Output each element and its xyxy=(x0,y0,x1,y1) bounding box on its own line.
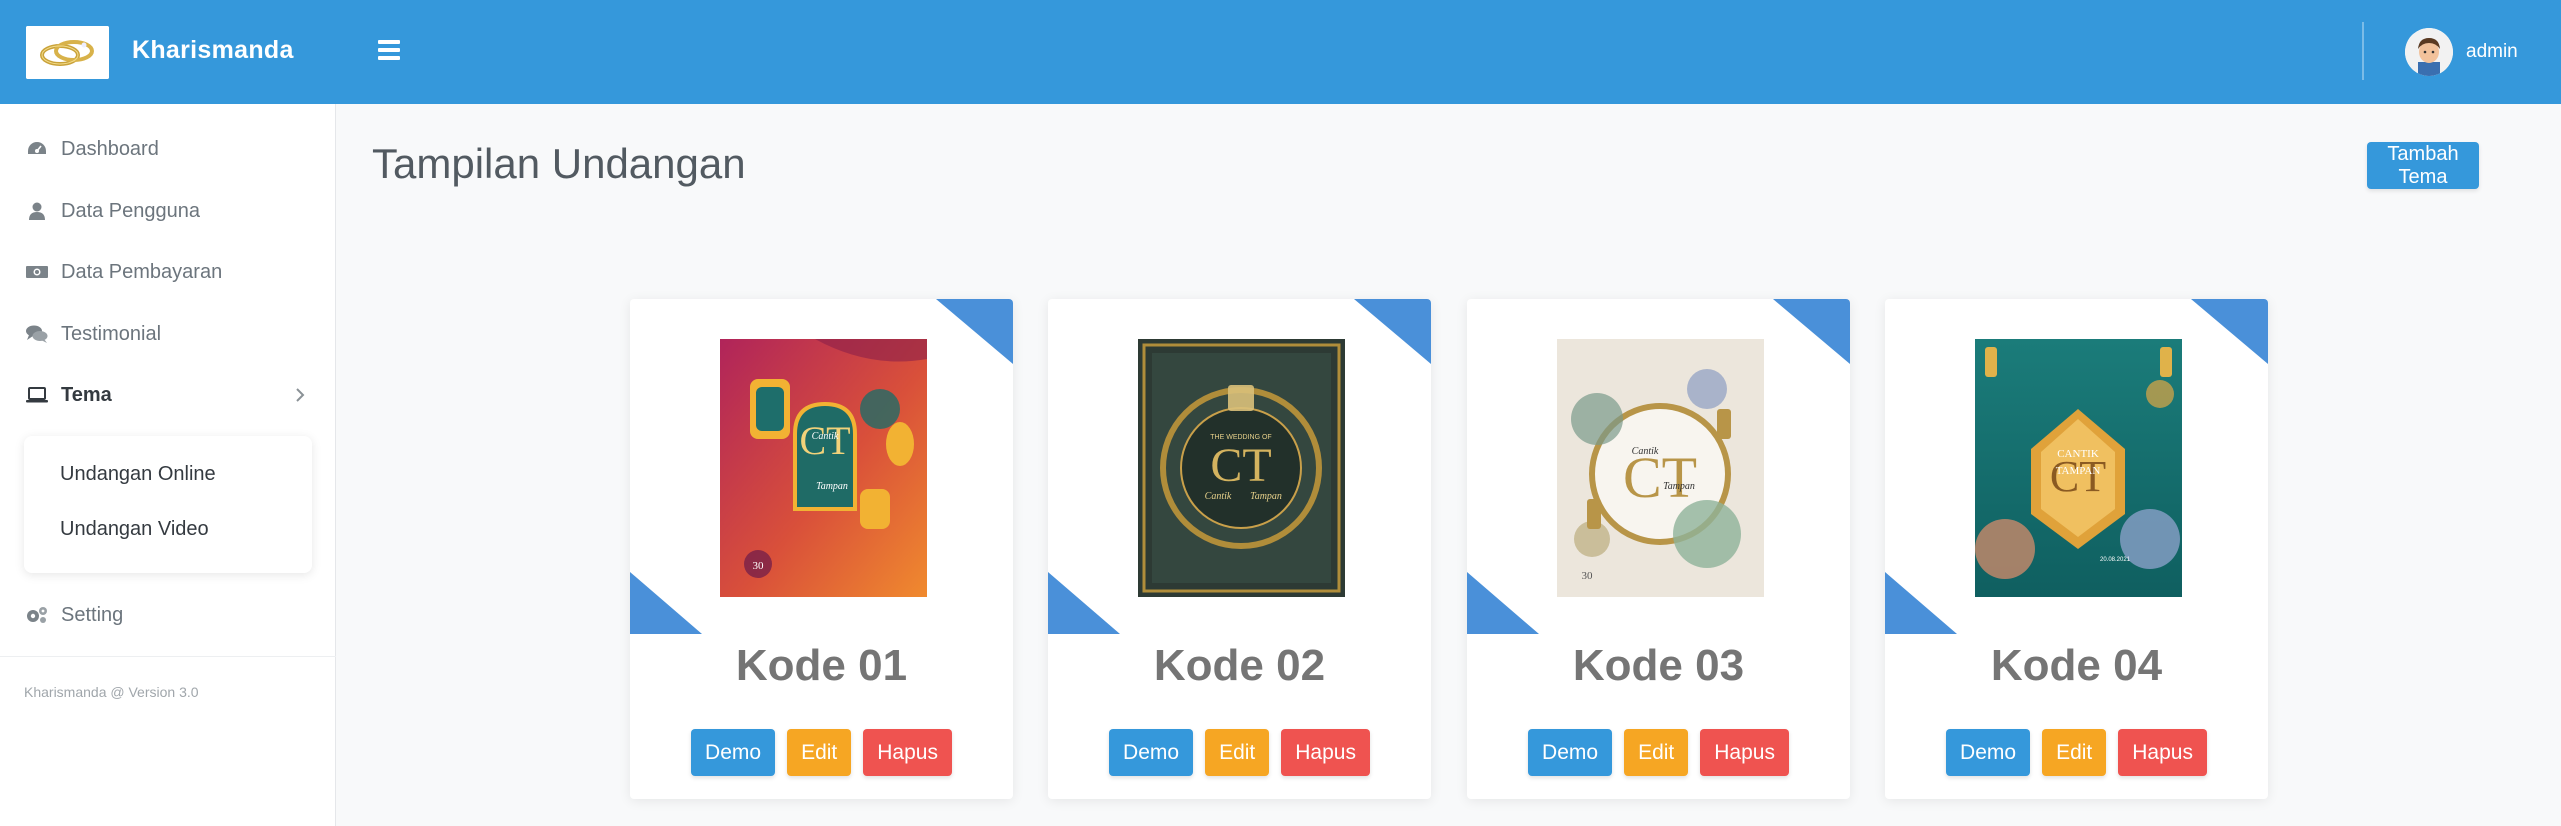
sidebar: Dashboard Data Pengguna Data Pembayaran … xyxy=(0,104,336,826)
gears-icon xyxy=(24,603,50,627)
sidebar-divider xyxy=(0,656,336,657)
card-actions: Demo Edit Hapus xyxy=(1885,729,2268,776)
comments-icon xyxy=(24,322,50,346)
sidebar-item-testimonial[interactable]: Testimonial xyxy=(0,309,336,359)
tema-submenu: Undangan Online Undangan Video xyxy=(24,436,312,573)
dashboard-icon xyxy=(24,137,50,161)
delete-button[interactable]: Hapus xyxy=(1281,729,1370,776)
submenu-undangan-video[interactable]: Undangan Video xyxy=(60,518,209,541)
card-corner-decoration xyxy=(1773,299,1850,364)
avatar[interactable] xyxy=(2405,28,2453,76)
thumb-text: Cantik xyxy=(1205,491,1232,502)
sidebar-item-label: Testimonial xyxy=(61,322,162,345)
card-actions: Demo Edit Hapus xyxy=(630,729,1013,776)
thumb-number: 30 xyxy=(1582,570,1594,582)
brand-logo[interactable] xyxy=(26,26,109,79)
thumb-text: Cantik xyxy=(812,431,839,442)
thumb-text: Tampan xyxy=(816,481,848,492)
card-title: Kode 04 xyxy=(1990,641,2163,690)
sidebar-item-label: Data Pengguna xyxy=(61,199,201,222)
brand-name[interactable]: Kharismanda xyxy=(132,36,294,65)
sidebar-item-dashboard[interactable]: Dashboard xyxy=(0,124,336,174)
theme-card: THE WEDDING OF CT Cantik Tampan Kode 02 … xyxy=(1048,299,1431,799)
delete-button[interactable]: Hapus xyxy=(1700,729,1789,776)
sidebar-item-tema[interactable]: Tema xyxy=(0,370,336,420)
submenu-undangan-online[interactable]: Undangan Online xyxy=(60,463,216,486)
demo-button[interactable]: Demo xyxy=(1109,729,1194,776)
money-icon xyxy=(24,260,50,284)
demo-button[interactable]: Demo xyxy=(1946,729,2031,776)
sidebar-item-data-pengguna[interactable]: Data Pengguna xyxy=(0,186,336,236)
theme-card: CT Cantik Tampan 30 Kode 03 Demo Edit Ha… xyxy=(1467,299,1850,799)
card-corner-decoration xyxy=(1354,299,1431,364)
theme-card: CT CANTIK TAMPAN 20.08.2021 Kode 04 Demo… xyxy=(1885,299,2268,799)
sidebar-item-label: Setting xyxy=(61,603,124,626)
card-corner-decoration xyxy=(1467,572,1539,634)
user-icon xyxy=(24,199,50,223)
add-theme-button[interactable]: Tambah Tema xyxy=(2367,142,2479,189)
username-label[interactable]: admin xyxy=(2466,41,2518,63)
demo-button[interactable]: Demo xyxy=(1528,729,1613,776)
card-corner-decoration xyxy=(1885,572,1957,634)
delete-button[interactable]: Hapus xyxy=(863,729,952,776)
edit-button[interactable]: Edit xyxy=(2042,729,2107,776)
card-title: Kode 02 xyxy=(1153,641,1326,690)
version-text: Kharismanda @ Version 3.0 xyxy=(24,684,199,700)
theme-thumbnail[interactable]: CT CANTIK TAMPAN 20.08.2021 xyxy=(1975,339,2182,597)
top-navbar: Kharismanda admin xyxy=(0,0,2561,104)
theme-thumbnail[interactable]: CT Cantik Tampan 30 xyxy=(720,339,927,597)
navbar-divider xyxy=(2362,22,2364,80)
thumb-text: Cantik xyxy=(1632,446,1659,457)
sidebar-item-data-pembayaran[interactable]: Data Pembayaran xyxy=(0,247,336,297)
theme-card: CT Cantik Tampan 30 Kode 01 Demo Edit Ha… xyxy=(630,299,1013,799)
thumb-text: TAMPAN xyxy=(2056,465,2101,477)
thumb-text: CANTIK xyxy=(2057,448,2099,460)
laptop-icon xyxy=(24,383,50,407)
card-corner-decoration xyxy=(630,572,702,634)
edit-button[interactable]: Edit xyxy=(787,729,852,776)
card-actions: Demo Edit Hapus xyxy=(1467,729,1850,776)
delete-button[interactable]: Hapus xyxy=(2118,729,2207,776)
thumb-monogram: CT xyxy=(1210,439,1271,492)
card-corner-decoration xyxy=(1048,572,1120,634)
demo-button[interactable]: Demo xyxy=(691,729,776,776)
menu-toggle-icon[interactable] xyxy=(378,40,400,60)
thumb-text: Tampan xyxy=(1250,491,1282,502)
thumb-number: 30 xyxy=(753,560,765,572)
theme-thumbnail[interactable]: THE WEDDING OF CT Cantik Tampan xyxy=(1138,339,1345,597)
card-title: Kode 01 xyxy=(735,641,908,690)
theme-thumbnail[interactable]: CT Cantik Tampan 30 xyxy=(1557,339,1764,597)
card-corner-decoration xyxy=(2191,299,2268,364)
thumb-date: 20.08.2021 xyxy=(2100,557,2131,563)
thumb-text: Tampan xyxy=(1663,481,1695,492)
chevron-right-icon xyxy=(294,385,306,405)
card-actions: Demo Edit Hapus xyxy=(1048,729,1431,776)
sidebar-item-label: Data Pembayaran xyxy=(61,260,223,283)
page-title: Tampilan Undangan xyxy=(372,140,746,187)
sidebar-item-setting[interactable]: Setting xyxy=(0,590,336,640)
card-title: Kode 03 xyxy=(1572,641,1745,690)
edit-button[interactable]: Edit xyxy=(1624,729,1689,776)
edit-button[interactable]: Edit xyxy=(1205,729,1270,776)
sidebar-item-label: Dashboard xyxy=(61,137,159,160)
sidebar-item-label: Tema xyxy=(61,383,112,406)
card-corner-decoration xyxy=(936,299,1013,364)
